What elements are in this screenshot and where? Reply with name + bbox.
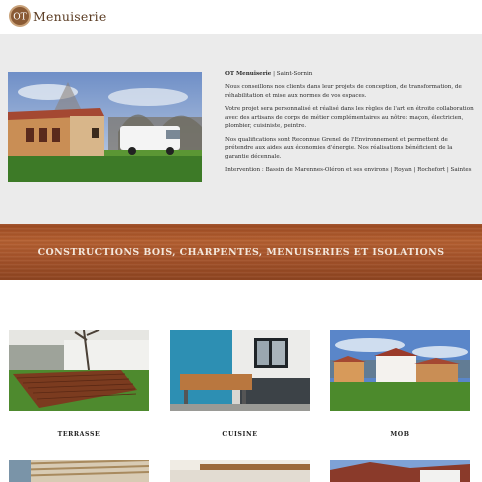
wooden-house-image: [8, 72, 202, 182]
banner-title: CONSTRUCTIONS BOIS, CHARPENTES, MENUISER…: [37, 246, 445, 258]
gallery-card-terrasse[interactable]: TERRASSE: [9, 330, 149, 438]
site-logo[interactable]: OT Menuiserie: [8, 4, 106, 28]
intro-text: OT Menuiserie | Saint-Sornin Nous consei…: [225, 70, 475, 180]
brand-location: | Saint-Sornin: [271, 71, 313, 77]
logo-mark-icon: OT: [9, 5, 31, 27]
intro-heading: OT Menuiserie | Saint-Sornin: [225, 70, 475, 79]
intro-paragraph-2: Votre projet sera personnalisé et réalis…: [225, 106, 474, 130]
cuisine-image[interactable]: [170, 330, 310, 411]
gallery-card-cuisine[interactable]: CUISINE: [170, 330, 310, 438]
terrasse-image[interactable]: [9, 330, 149, 411]
site-header: OT Menuiserie: [0, 0, 482, 34]
intro-photo-wooden-house: [8, 72, 202, 182]
logo-text: Menuiserie: [33, 8, 107, 24]
gallery-label-mob: MOB: [390, 431, 410, 438]
gallery-card-mob[interactable]: MOB: [330, 330, 470, 438]
gallery-label-cuisine: CUISINE: [222, 431, 258, 438]
brand-name: OT Menuiserie: [225, 71, 272, 77]
intro-paragraph-4: Intervention : Bassin de Marennes-Oléron…: [225, 167, 472, 174]
gallery-card-row2-2[interactable]: [170, 460, 310, 482]
intro-paragraph-3: Nos qualifications sont Reconnue Grenel …: [225, 136, 453, 161]
gallery-card-row2-1[interactable]: [9, 460, 149, 482]
services-banner: CONSTRUCTIONS BOIS, CHARPENTES, MENUISER…: [0, 224, 482, 280]
mob-image[interactable]: [330, 330, 470, 411]
intro-paragraph-1: Nous conseillons nos clients dans leur p…: [225, 84, 462, 99]
intro-section: OT Menuiserie | Saint-Sornin Nous consei…: [0, 34, 482, 224]
logo-initials: OT: [13, 13, 26, 23]
gallery-label-terrasse: TERRASSE: [57, 431, 101, 438]
gallery-card-row2-3[interactable]: [330, 460, 470, 482]
